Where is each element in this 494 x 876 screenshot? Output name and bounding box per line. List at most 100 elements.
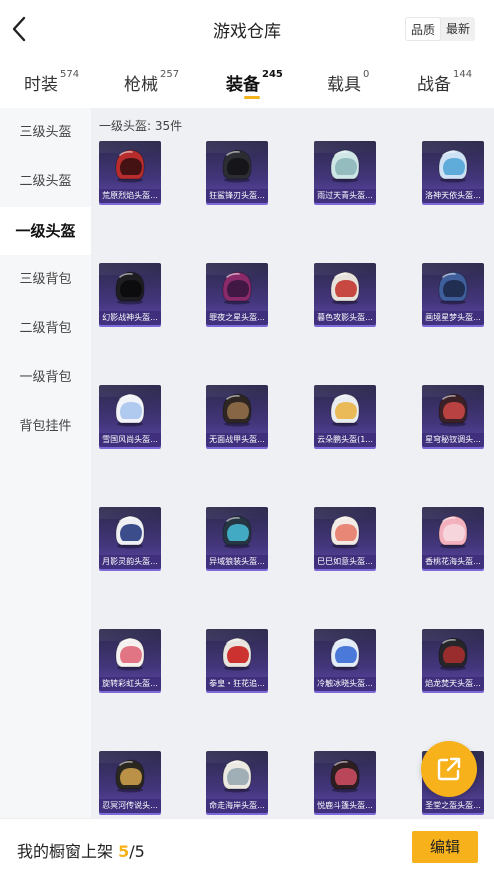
item-name: 洛神天依头盔...: [422, 189, 484, 203]
showcase-current-count: 5: [118, 842, 130, 861]
item-count-label: 一级头盔: 35件: [99, 119, 183, 133]
item-card[interactable]: 暮色攻影头盔...: [314, 263, 376, 325]
item-grid-panel: 一级头盔: 35件 荒原烈焰头盔... 狂鲨锋刃头盔... 雨过天青头盔... 洛神天…: [91, 108, 494, 818]
item-card[interactable]: 狂鲨锋刃头盔...: [206, 141, 268, 203]
tab-supplies[interactable]: 战备144: [417, 69, 473, 95]
edit-button[interactable]: 编辑: [412, 831, 478, 863]
helmet-icon: [330, 271, 360, 305]
category-tabs: 时装574 枪械257 装备245 载具0 战备144: [0, 58, 494, 108]
tab-label: 载具: [327, 75, 361, 95]
item-card[interactable]: 荒原烈焰头盔...: [99, 141, 161, 203]
sidebar-item-level2-backpack[interactable]: 二级背包: [0, 305, 91, 353]
item-card[interactable]: 冷触冰晓头盔...: [314, 629, 376, 691]
item-name: 冷触冰晓头盔...: [314, 677, 376, 691]
tab-label: 时装: [24, 75, 58, 95]
item-card[interactable]: 焰龙焚天头盔...: [422, 629, 484, 691]
helmet-icon: [222, 149, 252, 183]
helmet-icon: [438, 271, 468, 305]
tab-label: 枪械: [124, 75, 158, 95]
item-name: 命走海岸头盔...: [206, 799, 268, 813]
item-card[interactable]: 拳皇・狂花追...: [206, 629, 268, 691]
item-name: 焰龙焚天头盔...: [422, 677, 484, 691]
item-name: 忍冥河传说头...: [99, 799, 161, 813]
item-card[interactable]: 巳巳如意头盔...: [314, 507, 376, 569]
item-card[interactable]: 云朵鹏头盔(1...: [314, 385, 376, 447]
item-name: 星穹秘钗调头...: [422, 433, 484, 447]
item-card[interactable]: 悦鹿斗篷头盔...: [314, 751, 376, 813]
item-name: 云朵鹏头盔(1...: [314, 433, 376, 447]
helmet-icon: [222, 637, 252, 671]
sort-latest-button[interactable]: 最新: [441, 17, 475, 41]
top-bar: 游戏仓库 品质 最新: [0, 0, 494, 58]
tab-equipment[interactable]: 装备245: [226, 69, 283, 95]
item-card[interactable]: 异域狼装头盔...: [206, 507, 268, 569]
tab-label: 装备: [226, 75, 260, 95]
helmet-icon: [115, 759, 145, 793]
sidebar-item-level3-backpack[interactable]: 三级背包: [0, 256, 91, 304]
active-tab-indicator: [244, 96, 260, 99]
helmet-icon: [115, 271, 145, 305]
sidebar-item-level2-helmet[interactable]: 二级头盔: [0, 158, 91, 206]
tab-label: 战备: [417, 75, 451, 95]
tab-vehicles[interactable]: 载具0: [327, 69, 369, 95]
item-card[interactable]: 月影灵韵头盔...: [99, 507, 161, 569]
item-name: 圣堂之盔头盔...: [422, 799, 484, 813]
item-card[interactable]: 幻影战神头盔...: [99, 263, 161, 325]
sidebar-item-backpack-pendant[interactable]: 背包挂件: [0, 403, 91, 451]
helmet-icon: [115, 393, 145, 427]
share-button[interactable]: [421, 741, 477, 797]
item-name: 拳皇・狂花追...: [206, 677, 268, 691]
item-card[interactable]: 洛神天依头盔...: [422, 141, 484, 203]
item-card[interactable]: 香桃花海头盔...: [422, 507, 484, 569]
helmet-icon: [438, 515, 468, 549]
item-name: 暮色攻影头盔...: [314, 311, 376, 325]
item-name: 幻影战神头盔...: [99, 311, 161, 325]
item-card[interactable]: 罪夜之星头盔...: [206, 263, 268, 325]
helmet-icon: [330, 515, 360, 549]
helmet-icon: [115, 637, 145, 671]
item-card[interactable]: 星穹秘钗调头...: [422, 385, 484, 447]
bottom-bar: 我的橱窗上架 5/5 编辑: [0, 818, 494, 876]
helmet-icon: [222, 271, 252, 305]
helmet-icon: [330, 759, 360, 793]
tab-weapons[interactable]: 枪械257: [124, 69, 179, 95]
helmet-icon: [438, 637, 468, 671]
helmet-icon: [115, 149, 145, 183]
item-name: 荒原烈焰头盔...: [99, 189, 161, 203]
helmet-icon: [438, 149, 468, 183]
tab-fashion[interactable]: 时装574: [24, 69, 80, 95]
helmet-icon: [222, 393, 252, 427]
helmet-icon: [222, 759, 252, 793]
sort-quality-button[interactable]: 品质: [405, 17, 442, 41]
item-name: 狂鲨锋刃头盔...: [206, 189, 268, 203]
item-card[interactable]: 旋转彩虹头盔...: [99, 629, 161, 691]
sort-toggle: 品质 最新: [405, 17, 476, 41]
item-name: 无面战甲头盔...: [206, 433, 268, 447]
sidebar-item-level1-backpack[interactable]: 一级背包: [0, 354, 91, 402]
item-name: 雨过天青头盔...: [314, 189, 376, 203]
item-name: 月影灵韵头盔...: [99, 555, 161, 569]
item-name: 旋转彩虹头盔...: [99, 677, 161, 691]
helmet-icon: [330, 149, 360, 183]
tab-count: 245: [262, 69, 283, 80]
tab-count: 574: [60, 69, 80, 80]
item-name: 雪国风尚头盔...: [99, 433, 161, 447]
item-card[interactable]: 雪国风尚头盔...: [99, 385, 161, 447]
showcase-total-count: /5: [129, 842, 145, 861]
item-name: 香桃花海头盔...: [422, 555, 484, 569]
sidebar-item-level3-helmet[interactable]: 三级头盔: [0, 109, 91, 157]
tab-count: 144: [453, 69, 473, 80]
item-card[interactable]: 忍冥河传说头...: [99, 751, 161, 813]
showcase-status: 我的橱窗上架 5/5: [17, 838, 145, 862]
item-card[interactable]: 命走海岸头盔...: [206, 751, 268, 813]
external-link-icon: [437, 757, 461, 781]
item-name: 罪夜之星头盔...: [206, 311, 268, 325]
helmet-icon: [115, 515, 145, 549]
helmet-icon: [222, 515, 252, 549]
helmet-icon: [438, 393, 468, 427]
sidebar-item-level1-helmet[interactable]: 一级头盔: [0, 207, 91, 255]
item-card[interactable]: 画境星梦头盔...: [422, 263, 484, 325]
item-name: 悦鹿斗篷头盔...: [314, 799, 376, 813]
item-card[interactable]: 无面战甲头盔...: [206, 385, 268, 447]
item-card[interactable]: 雨过天青头盔...: [314, 141, 376, 203]
